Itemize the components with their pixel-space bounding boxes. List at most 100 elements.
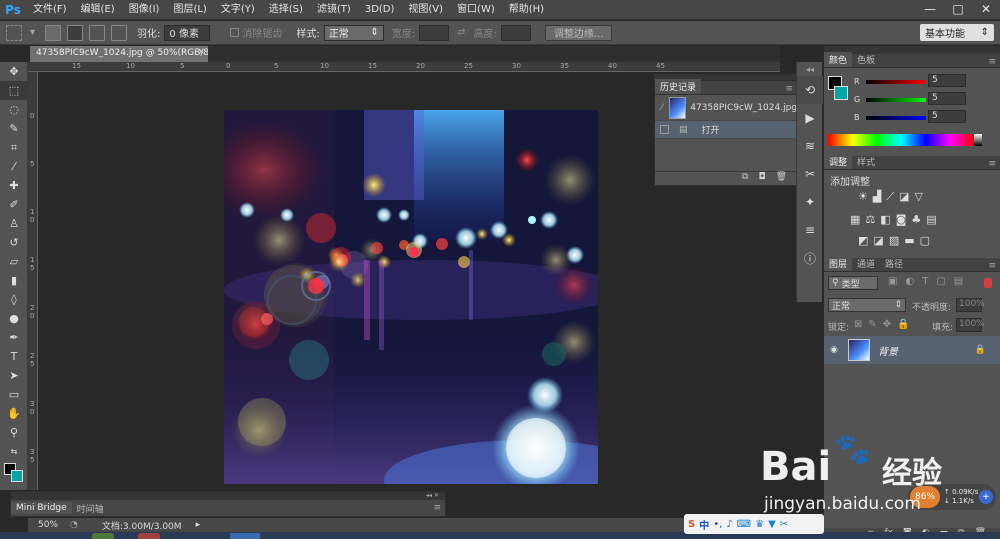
tab-channels[interactable]: 通道 (852, 256, 880, 271)
selective-color-icon[interactable]: ▢ (920, 234, 930, 247)
panel-menu-icon[interactable]: ≡ (988, 261, 996, 271)
plus-icon[interactable]: + (979, 490, 993, 504)
marquee-tool-icon[interactable]: ⬚ (0, 81, 28, 100)
background-color[interactable] (11, 470, 23, 482)
rect-marquee-icon[interactable] (6, 24, 22, 41)
ime-mode[interactable]: 中 (699, 517, 709, 532)
tab-paths[interactable]: 路径 (880, 256, 908, 271)
close-button[interactable]: ✕ (972, 0, 1000, 18)
history-snapshot[interactable]: ⁄ 47358PIC9cW_1024.jpg (655, 95, 797, 121)
new-selection-icon[interactable] (45, 24, 62, 41)
camera-icon[interactable]: ◘ (758, 172, 765, 185)
menu-view[interactable]: 视图(V) (401, 0, 450, 20)
status-menu-icon[interactable]: ▸ (196, 520, 201, 530)
trash-icon[interactable]: 🗑 (776, 172, 787, 185)
panel-menu-icon[interactable]: ≡ (785, 84, 793, 94)
b-input[interactable]: 5 (928, 110, 966, 123)
menu-edit[interactable]: 编辑(E) (74, 0, 122, 20)
hand-tool-icon[interactable]: ✋ (0, 404, 28, 423)
blur-tool-icon[interactable]: ◊ (0, 290, 28, 309)
lock-pixels-icon[interactable]: ✎ (868, 319, 876, 330)
crop-tool-icon[interactable]: ⌗ (0, 138, 28, 157)
blend-mode-select[interactable]: 正常 ⇕ (828, 298, 906, 312)
menu-type[interactable]: 文字(Y) (214, 0, 262, 20)
hue-sat-icon[interactable]: ▦ (850, 213, 860, 226)
tab-styles[interactable]: 样式 (852, 154, 880, 169)
menu-file[interactable]: 文件(F) (26, 0, 74, 20)
menu-3d[interactable]: 3D(D) (358, 0, 402, 20)
lock-all-icon[interactable]: 🔒 (897, 319, 909, 330)
filter-toggle[interactable] (984, 278, 992, 288)
color-balance-icon[interactable]: ⚖ (865, 213, 875, 226)
mic-icon[interactable]: ♪ (726, 519, 732, 530)
refine-edge-button[interactable]: 调整边缘... (544, 24, 613, 41)
smart-filter-icon[interactable]: ▤ (954, 276, 963, 287)
menu-layer[interactable]: 图层(L) (166, 0, 213, 20)
tools-icon[interactable]: ✂ (780, 519, 788, 530)
minibridge-grip[interactable]: ◂◂ ✕ (11, 492, 445, 500)
style-select[interactable]: 正常 ⇕ (323, 24, 384, 41)
invert-icon[interactable]: ◩ (858, 234, 868, 247)
tab-history[interactable]: 历史记录 (655, 79, 702, 94)
dodge-tool-icon[interactable]: ● (0, 309, 28, 328)
bw-icon[interactable]: ◧ (880, 213, 890, 226)
maximize-button[interactable]: □ (944, 0, 972, 18)
brush-icon[interactable]: ✂ (797, 160, 823, 188)
curves-icon[interactable]: ⟋ (886, 190, 894, 204)
swap-colors-icon[interactable]: ⇆ (0, 442, 28, 461)
layer-row-background[interactable]: ◉ 背景 🔒 (824, 336, 1000, 364)
subtract-selection-icon[interactable] (89, 24, 106, 41)
history-step[interactable]: ▤ 打开 (655, 121, 797, 139)
lasso-tool-icon[interactable]: ◌ (0, 100, 28, 119)
document-tab[interactable]: 47358PIC9cW_1024.jpg @ 50%(RGB/8#) × (30, 46, 208, 62)
width-input[interactable] (419, 24, 450, 41)
clone-stamp-icon[interactable]: ♙ (0, 214, 28, 233)
sogou-icon[interactable]: S (688, 519, 695, 530)
image-filter-icon[interactable]: ▣ (888, 276, 897, 287)
taskbar-app-icon[interactable] (230, 533, 260, 539)
path-select-icon[interactable]: ➤ (0, 366, 28, 385)
punct-icon[interactable]: •, (713, 519, 722, 530)
brush-tool-icon[interactable]: ✐ (0, 195, 28, 214)
gradient-tool-icon[interactable]: ▮ (0, 271, 28, 290)
grayscale-ramp[interactable] (974, 134, 982, 146)
layer-filter-select[interactable]: ⚲ 类型 (828, 276, 878, 290)
eye-icon[interactable]: ◉ (824, 345, 844, 355)
minimize-button[interactable]: — (916, 0, 944, 18)
color-swatches[interactable] (0, 461, 27, 487)
workspace-select[interactable]: 基本功能 ⇕ (920, 24, 994, 41)
taskbar-app-icon[interactable] (138, 533, 160, 539)
b-slider[interactable] (866, 116, 926, 120)
shape-tool-icon[interactable]: ▭ (0, 385, 28, 404)
eyedropper-tool-icon[interactable]: ⁄ (0, 157, 28, 176)
g-slider[interactable] (866, 98, 926, 102)
photo-filter-icon[interactable]: ◙ (896, 213, 907, 226)
height-input[interactable] (500, 24, 531, 41)
lock-icon[interactable]: 🔒 (975, 345, 986, 355)
g-input[interactable]: 5 (928, 92, 966, 105)
color-spectrum[interactable] (828, 134, 974, 146)
threshold-icon[interactable]: ▨ (889, 234, 899, 247)
add-selection-icon[interactable] (67, 24, 84, 41)
history-brush-icon[interactable]: ↺ (0, 233, 28, 252)
tool-presets-icon[interactable]: ✦ (797, 188, 823, 216)
collapse-icon[interactable]: ◂◂ ✕ (426, 492, 439, 500)
gradient-map-icon[interactable]: ▬ (904, 234, 914, 247)
healing-brush-icon[interactable]: ✚ (0, 176, 28, 195)
panel-menu-icon[interactable]: ≡ (988, 57, 996, 67)
eraser-tool-icon[interactable]: ▱ (0, 252, 28, 271)
tab-adjustments[interactable]: 调整 (824, 154, 853, 169)
brightness-icon[interactable]: ☀ (858, 190, 868, 204)
info-icon[interactable]: ⓘ (797, 244, 823, 272)
levels-icon[interactable]: ▟ (873, 190, 881, 204)
menu-filter[interactable]: 滤镜(T) (310, 0, 358, 20)
adjust-icon[interactable]: ≋ (797, 132, 823, 160)
zoom-tool-icon[interactable]: ⚲ (0, 423, 28, 442)
history-icon[interactable]: ⟲ (797, 76, 823, 104)
exposure-icon[interactable]: ◪ (899, 190, 909, 204)
antialias-checkbox[interactable] (230, 28, 240, 37)
dropdown-arrow-icon[interactable]: ▾ (30, 27, 35, 38)
keyboard-icon[interactable]: ⌨ (737, 519, 751, 530)
taskbar-app-icon[interactable] (92, 533, 114, 539)
type-filter-icon[interactable]: T (922, 276, 928, 287)
